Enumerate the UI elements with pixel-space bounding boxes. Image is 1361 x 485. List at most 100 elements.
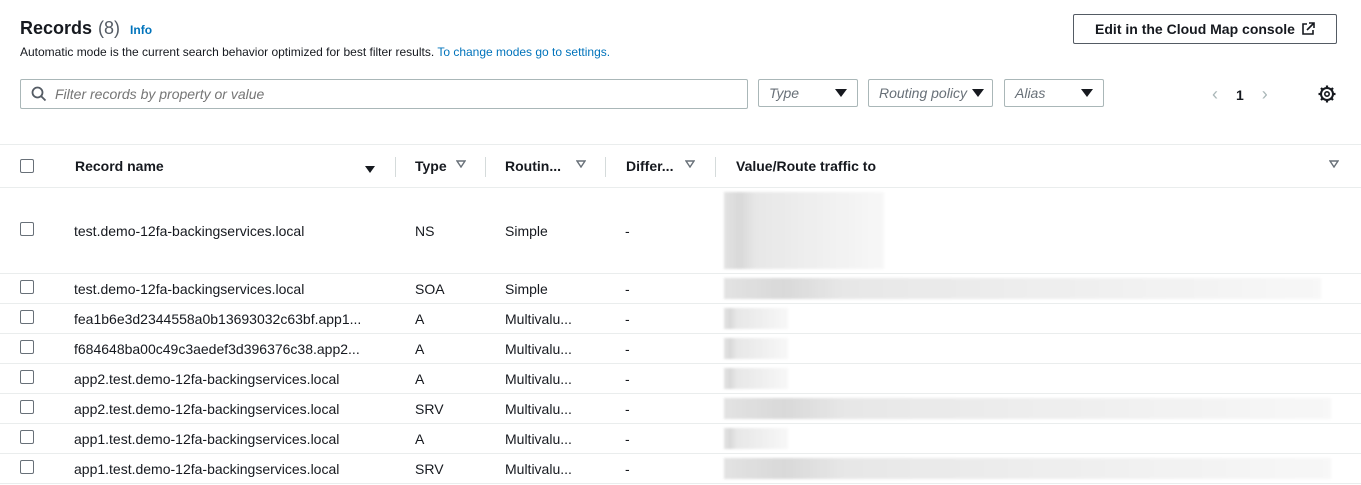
row-checkbox[interactable] [20,430,34,444]
differ-cell: - [625,222,630,239]
sort-icon[interactable] [576,160,586,168]
record-name-cell: app2.test.demo-12fa-backingservices.loca… [74,400,340,417]
routing-cell: Simple [505,222,548,239]
table-row[interactable]: app2.test.demo-12fa-backingservices.loca… [0,364,1361,394]
chevron-left-icon[interactable]: ‹ [1212,84,1218,105]
routing-cell: Multivalu... [505,310,572,327]
row-checkbox[interactable] [20,280,34,294]
type-cell: SRV [415,460,444,477]
record-name-cell: app2.test.demo-12fa-backingservices.loca… [74,370,340,387]
table-row[interactable]: f684648ba00c49c3aedef3d396376c38.app2...… [0,334,1361,364]
gear-icon[interactable] [1318,85,1336,103]
settings-link[interactable]: To change modes go to settings. [437,45,610,59]
differ-cell: - [625,280,630,297]
table-row[interactable]: test.demo-12fa-backingservices.local SOA… [0,274,1361,304]
routing-cell: Multivalu... [505,340,572,357]
records-table: Record name Type Routin... Differ... Val [0,144,1361,484]
alias-filter-placeholder: Alias [1015,85,1046,101]
differ-cell: - [625,310,630,327]
page-title: Records [20,18,93,38]
redacted-value [724,368,788,389]
column-routing[interactable]: Routin... [486,145,606,188]
row-checkbox[interactable] [20,310,34,324]
differ-cell: - [625,370,630,387]
chevron-down-icon [835,89,847,97]
record-name-cell: test.demo-12fa-backingservices.local [74,222,305,239]
value-cell-redacted [716,424,1361,454]
redacted-value [724,398,1331,419]
row-checkbox[interactable] [20,370,34,384]
differ-cell: - [625,460,630,477]
column-differ[interactable]: Differ... [606,145,716,188]
current-page[interactable]: 1 [1236,87,1244,103]
routing-cell: Multivalu... [505,460,572,477]
row-checkbox[interactable] [20,460,34,474]
record-name-cell: app1.test.demo-12fa-backingservices.loca… [74,430,340,447]
column-record-name[interactable]: Record name [56,145,396,188]
table-row[interactable]: app1.test.demo-12fa-backingservices.loca… [0,424,1361,454]
sort-icon[interactable] [456,160,466,168]
record-name-cell: test.demo-12fa-backingservices.local [74,280,305,297]
redacted-value [724,278,1321,299]
value-cell-redacted [716,394,1361,424]
record-name-cell: f684648ba00c49c3aedef3d396376c38.app2... [74,340,360,357]
routing-policy-filter-select[interactable]: Routing policy [868,79,993,107]
search-icon [31,86,47,102]
sort-icon[interactable] [685,160,695,168]
value-cell-redacted [716,334,1361,364]
edit-button-label: Edit in the Cloud Map console [1095,21,1295,37]
info-link[interactable]: Info [130,23,152,37]
column-label: Record name [75,158,164,174]
alias-filter-select[interactable]: Alias [1004,79,1104,107]
filter-search[interactable] [20,79,748,109]
row-checkbox[interactable] [20,340,34,354]
routing-cell: Simple [505,280,548,297]
type-filter-select[interactable]: Type [758,79,858,107]
row-checkbox[interactable] [20,222,34,236]
record-count: (8) [98,18,121,38]
search-input[interactable] [53,85,717,103]
value-cell-redacted [716,454,1361,484]
type-cell: A [415,340,425,357]
table-row[interactable]: test.demo-12fa-backingservices.local NS … [0,188,1361,274]
chevron-right-icon[interactable]: › [1262,84,1268,105]
table-row[interactable]: app1.test.demo-12fa-backingservices.loca… [0,454,1361,484]
column-label: Differ... [626,158,674,174]
type-cell: A [415,370,425,387]
value-cell-redacted [716,274,1361,304]
edit-in-cloud-map-button[interactable]: Edit in the Cloud Map console [1073,14,1337,44]
table-header-row: Record name Type Routin... Differ... Val [0,144,1361,188]
type-cell: A [415,310,425,327]
redacted-value [724,428,788,449]
type-cell: SRV [415,400,444,417]
column-label: Value/Route traffic to [736,158,877,174]
records-header: Records (8) Info Automatic mode is the c… [20,18,610,59]
routing-cell: Multivalu... [505,430,572,447]
routing-filter-placeholder: Routing policy [879,85,967,101]
search-mode-description: Automatic mode is the current search beh… [20,45,610,59]
type-cell: A [415,430,425,447]
value-cell-redacted [716,188,1361,274]
redacted-value [724,338,788,359]
differ-cell: - [625,430,630,447]
select-all-checkbox[interactable] [20,159,34,173]
record-name-cell: fea1b6e3d2344558a0b13693032c63bf.app1... [74,310,362,327]
record-name-cell: app1.test.demo-12fa-backingservices.loca… [74,460,340,477]
description-text: Automatic mode is the current search beh… [20,45,435,59]
row-checkbox[interactable] [20,400,34,414]
value-cell-redacted [716,364,1361,394]
table-row[interactable]: app2.test.demo-12fa-backingservices.loca… [0,394,1361,424]
differ-cell: - [625,340,630,357]
table-row[interactable]: fea1b6e3d2344558a0b13693032c63bf.app1...… [0,304,1361,334]
column-type[interactable]: Type [396,145,486,188]
external-link-icon [1302,22,1315,35]
sort-icon[interactable] [1329,160,1339,168]
chevron-down-icon [1081,89,1093,97]
type-cell: SOA [415,280,445,297]
sort-descending-icon[interactable] [365,166,375,173]
routing-cell: Multivalu... [505,400,572,417]
column-value[interactable]: Value/Route traffic to [716,145,1361,188]
column-label: Routin... [505,158,561,174]
routing-cell: Multivalu... [505,370,572,387]
value-cell-redacted [716,304,1361,334]
